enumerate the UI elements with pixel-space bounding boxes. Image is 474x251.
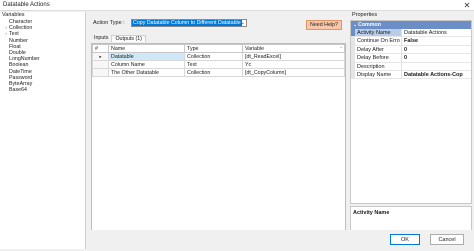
- property-key: Display Name: [355, 70, 402, 79]
- row-variable-cell[interactable]: [dt_ReadExcel]: [242, 52, 345, 61]
- dialog-footer: OK Cancel: [87, 230, 474, 251]
- action-type-label: Action Type :: [93, 20, 125, 26]
- sort-icon: ⌃: [339, 46, 343, 51]
- property-row-continue-on-error[interactable]: Continue On Erro False: [351, 37, 471, 46]
- cancel-button[interactable]: Cancel: [430, 234, 464, 245]
- column-header-label: Name: [111, 45, 126, 52]
- property-row-description[interactable]: Description: [351, 62, 471, 71]
- column-header-index[interactable]: #: [92, 44, 109, 53]
- io-tabs: Inputs Outputs (1): [91, 35, 146, 42]
- property-value[interactable]: [402, 63, 471, 70]
- tab-outputs[interactable]: Outputs (1): [111, 35, 146, 42]
- property-key: Delay After: [355, 45, 402, 54]
- property-key: Activity Name: [355, 29, 402, 37]
- variables-list: Character › Collection › Text Number Float…: [0, 19, 85, 93]
- column-header-type[interactable]: Type: [184, 44, 243, 53]
- property-value[interactable]: False: [402, 37, 471, 44]
- property-row-delay-after[interactable]: Delay After 0: [351, 45, 471, 55]
- property-value[interactable]: Datatable Actions-Cop: [402, 71, 471, 78]
- row-name-cell[interactable]: Datatable: [108, 52, 185, 61]
- action-editor: Action Type : Copy Datatable Column to D…: [89, 12, 347, 249]
- close-icon[interactable]: ✕: [460, 0, 474, 11]
- property-grid: ⌄ Common Activity Name Datatable Actions …: [350, 20, 472, 204]
- row-type-cell[interactable]: Text: [184, 60, 243, 69]
- property-value[interactable]: 0: [402, 54, 471, 61]
- inputs-table: # Name Type Variable ⌃ ▸ Datatable Collec…: [92, 44, 345, 77]
- property-key: Description: [355, 62, 402, 70]
- column-header-label: Variable: [245, 45, 265, 52]
- property-key: Continue On Erro: [355, 37, 402, 45]
- row-name-cell[interactable]: The Other Datatable: [108, 68, 185, 77]
- properties-header: Properties: [352, 12, 378, 18]
- need-help-button[interactable]: Need Help?: [306, 20, 342, 30]
- window-title: Datatable Actions: [3, 2, 50, 8]
- table-header-row: # Name Type Variable ⌃: [92, 44, 345, 53]
- row-variable-cell[interactable]: Yc: [242, 60, 345, 69]
- chevron-down-icon[interactable]: ⌄: [241, 20, 245, 27]
- row-type-cell[interactable]: Collection: [184, 52, 243, 61]
- table-row[interactable]: The Other Datatable Collection [dt_CopyC…: [92, 68, 345, 77]
- column-header-label: Type: [187, 45, 199, 52]
- variable-type-base64[interactable]: Base64: [0, 87, 85, 93]
- title-bar: Datatable Actions ✕: [0, 0, 474, 11]
- property-group-common[interactable]: ⌄ Common: [351, 21, 471, 29]
- row-selector[interactable]: [92, 60, 109, 69]
- property-value[interactable]: 0: [402, 46, 471, 53]
- ok-button[interactable]: OK: [390, 234, 420, 245]
- properties-panel: Properties ⌄ Common Activity Name Datatab…: [350, 12, 472, 249]
- table-row[interactable]: Column Name Text Yc: [92, 60, 345, 69]
- tab-inputs[interactable]: Inputs: [91, 35, 112, 42]
- action-type-value: Copy Datatable Column to Different Datat…: [132, 20, 242, 26]
- row-name-cell[interactable]: Column Name: [108, 60, 185, 69]
- inputs-grid: # Name Type Variable ⌃ ▸ Datatable Collec…: [91, 43, 346, 242]
- property-group-label: Common: [358, 22, 381, 28]
- variables-header: Variables: [2, 12, 25, 18]
- property-key: Delay Before: [355, 54, 402, 62]
- row-variable-cell[interactable]: [dt_CopyColumn]: [242, 68, 345, 77]
- variable-type-label: Base64: [9, 87, 27, 94]
- property-row-activity-name[interactable]: Activity Name Datatable Actions: [351, 29, 471, 38]
- property-row-delay-before[interactable]: Delay Before 0: [351, 54, 471, 63]
- action-type-row: Action Type : Copy Datatable Column to D…: [93, 19, 247, 27]
- property-description-title: Activity Name: [353, 210, 390, 216]
- column-header-name[interactable]: Name: [108, 44, 185, 53]
- table-row[interactable]: ▸ Datatable Collection [dt_ReadExcel]: [92, 52, 345, 61]
- action-type-select[interactable]: Copy Datatable Column to Different Datat…: [131, 19, 247, 27]
- property-row-display-name[interactable]: Display Name Datatable Actions-Cop: [351, 70, 471, 80]
- row-type-cell[interactable]: Collection: [184, 68, 243, 77]
- column-header-variable[interactable]: Variable ⌃: [242, 44, 345, 53]
- row-selector-icon[interactable]: ▸: [92, 52, 109, 61]
- variables-panel: Variables Character › Collection › Text Nu…: [0, 12, 86, 249]
- property-value[interactable]: Datatable Actions: [402, 29, 471, 36]
- row-selector[interactable]: [92, 68, 109, 77]
